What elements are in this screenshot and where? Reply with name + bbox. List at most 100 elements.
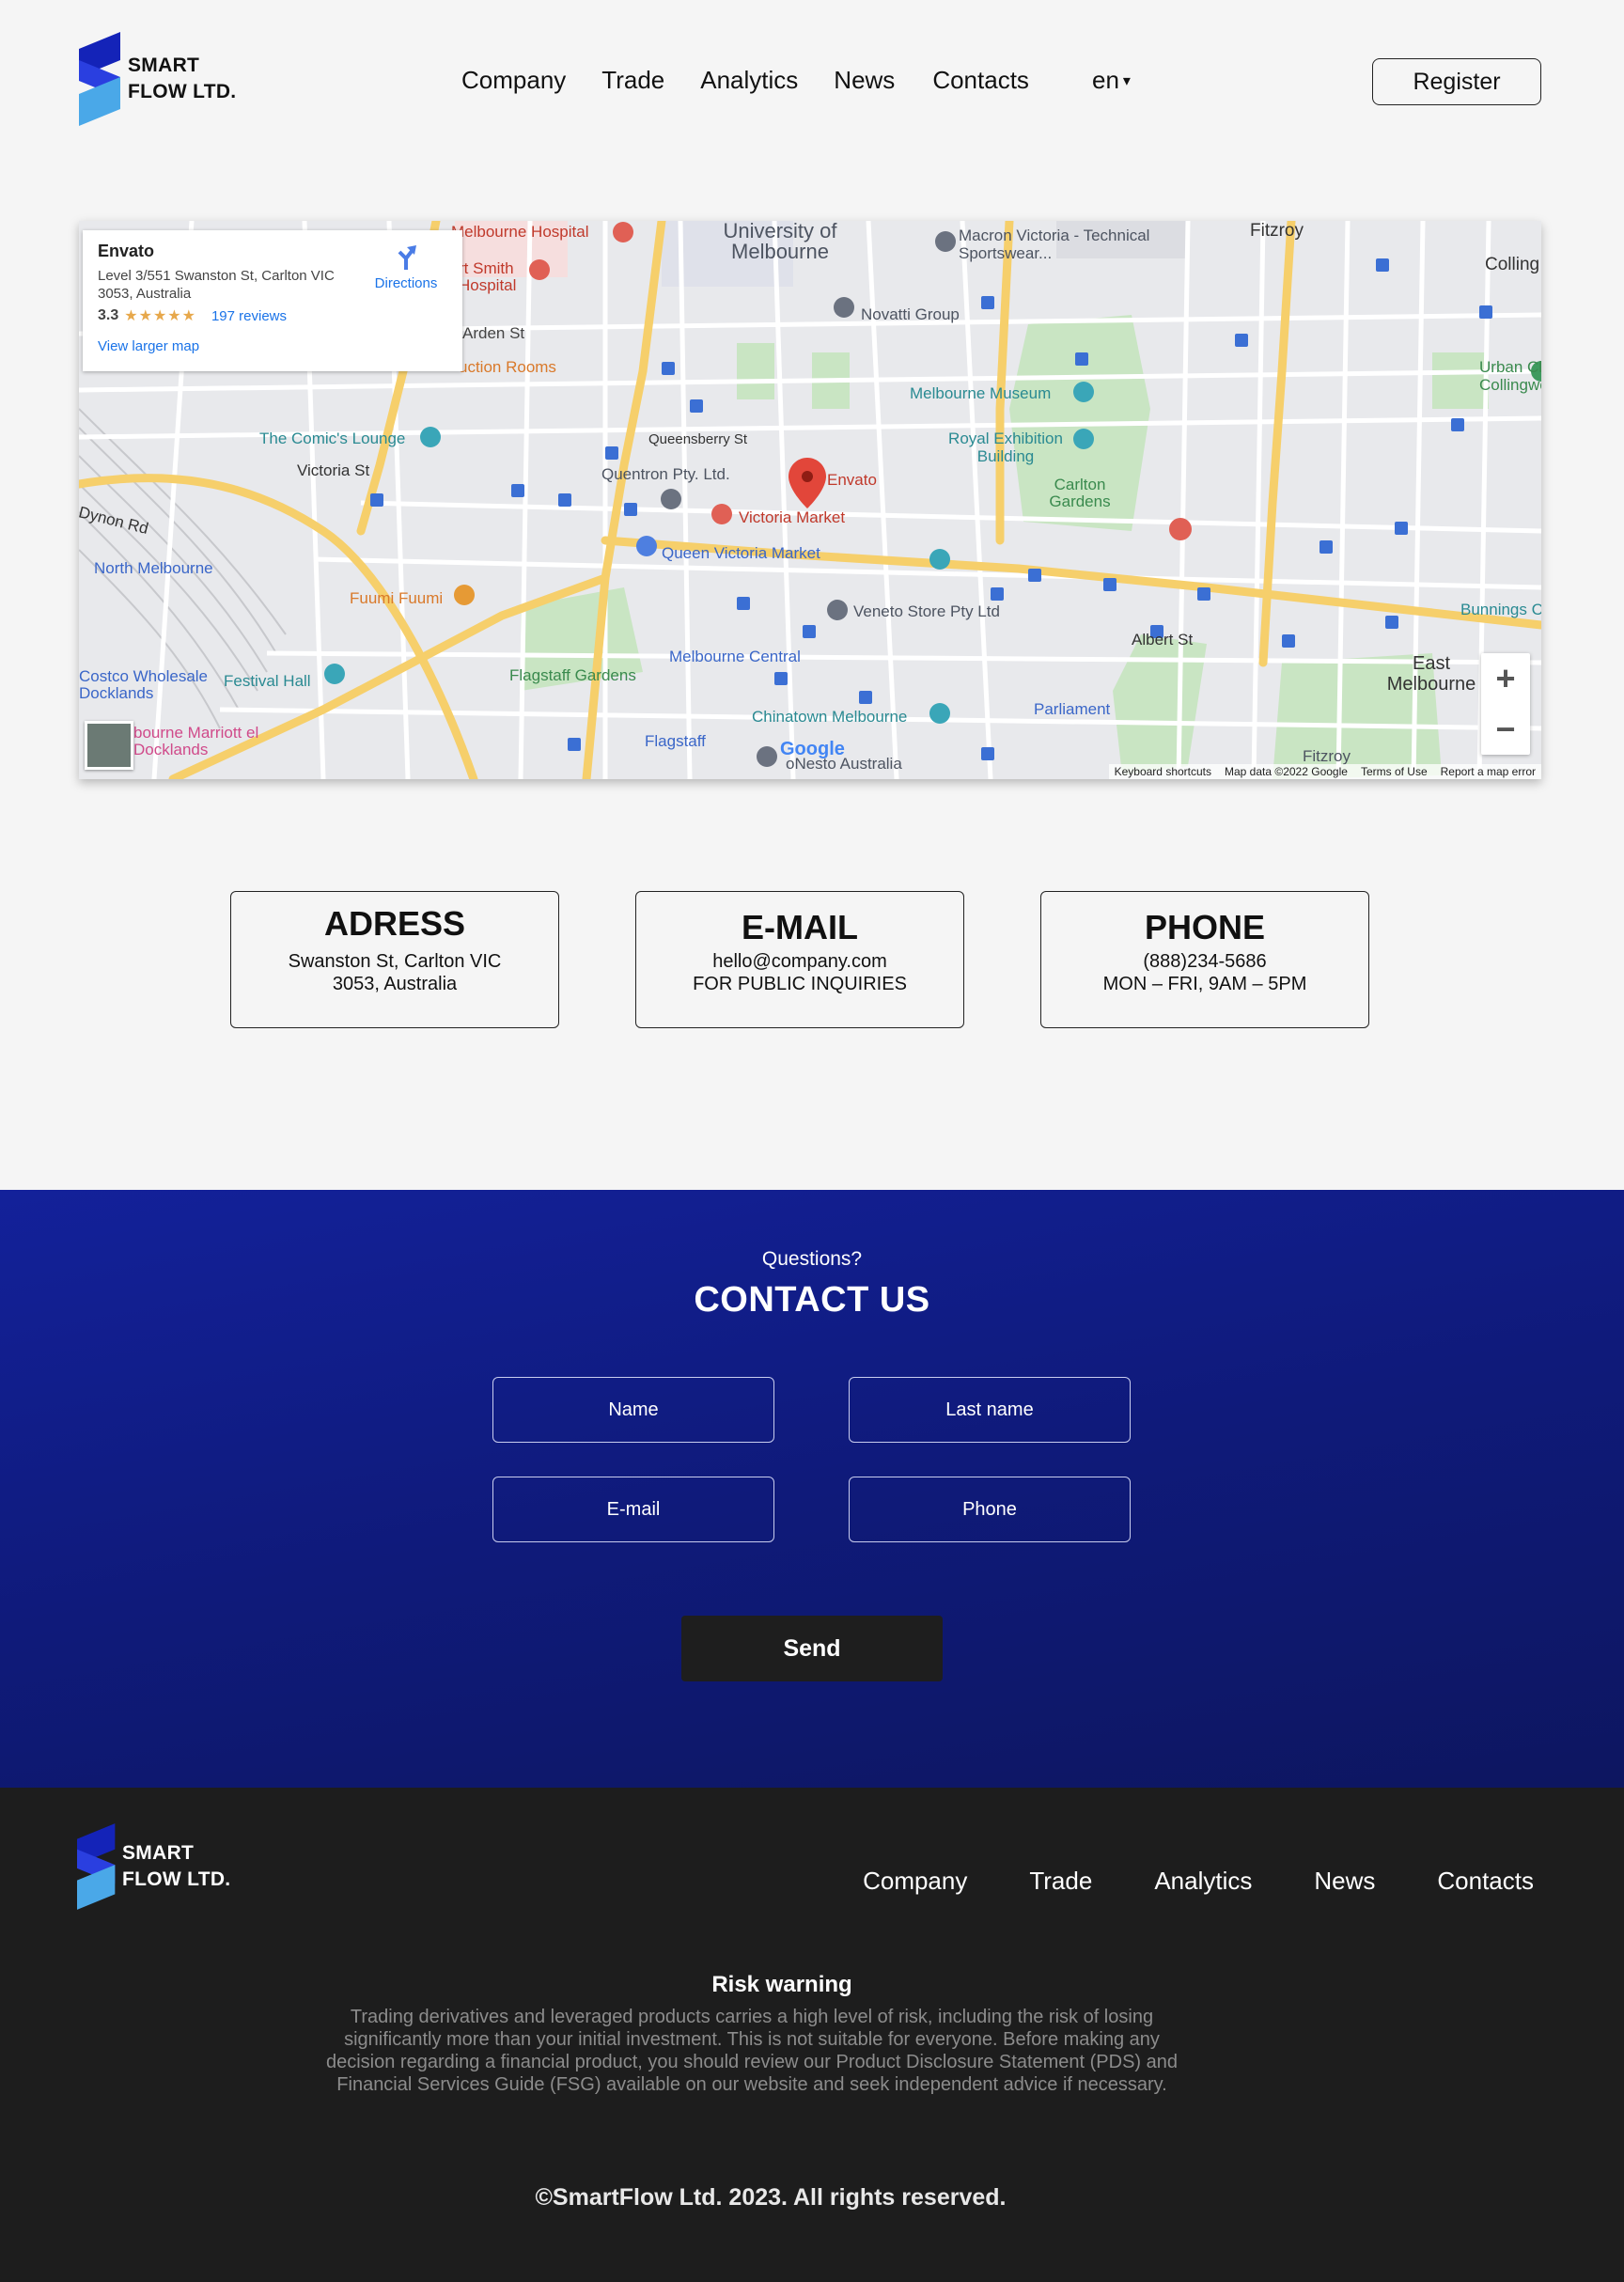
main-nav: Company Trade Analytics News Contacts	[461, 66, 1029, 95]
map-label-parliament: Parliament	[1034, 700, 1111, 718]
place-rating: 3.3 ★★★★★ 197 reviews	[98, 306, 447, 325]
map-label-university: University of Melbourne	[723, 221, 837, 263]
map-label-auction-rooms: uction Rooms	[459, 358, 556, 376]
footer-brand-line2: FLOW LTD.	[122, 1868, 231, 1890]
footer-nav-analytics[interactable]: Analytics	[1154, 1867, 1252, 1896]
footer-brand-logo[interactable]: SMART FLOW LTD.	[77, 1821, 230, 1912]
location-map[interactable]: University of Melbourne Melbourne Hospit…	[79, 221, 1541, 779]
footer-nav-contacts[interactable]: Contacts	[1437, 1867, 1534, 1896]
map-label-art-smith: rt Smith Hospital	[459, 259, 517, 294]
zoom-in-button[interactable]: +	[1481, 653, 1530, 704]
map-label-queen-victoria-market: Queen Victoria Market	[662, 544, 820, 562]
footer-nav-company[interactable]: Company	[863, 1867, 967, 1896]
brand-name-line2: FLOW LTD.	[128, 81, 237, 102]
footer-brand-line1: SMART	[122, 1842, 195, 1864]
terms-of-use-link[interactable]: Terms of Use	[1361, 765, 1428, 778]
map-label-macron: Macron Victoria - Technical Sportswear..…	[959, 227, 1150, 262]
email-line1[interactable]: hello@company.com	[636, 950, 963, 973]
rating-value: 3.3	[98, 307, 119, 323]
map-label-victoria-st: Victoria St	[297, 461, 370, 479]
map-label-collingwood: Colling	[1485, 255, 1540, 274]
star-rating-icon: ★★★★★	[124, 308, 196, 324]
map-label-costco: Costco Wholesale Docklands	[79, 667, 209, 702]
map-label-novatti: Novatti Group	[861, 305, 960, 323]
nav-item-contacts[interactable]: Contacts	[932, 66, 1029, 95]
keyboard-shortcuts-link[interactable]: Keyboard shortcuts	[1115, 765, 1211, 778]
directions-icon	[398, 245, 416, 270]
site-footer: SMART FLOW LTD. Company Trade Analytics …	[0, 1788, 1624, 2282]
google-logo: Google	[780, 739, 845, 760]
phone-card-title: PHONE	[1144, 908, 1266, 946]
copyright-text: ©SmartFlow Ltd. 2023. All rights reserve…	[535, 2184, 1007, 2211]
map-label-museum: Melbourne Museum	[910, 384, 1052, 402]
map-data-text: Map data ©2022 Google	[1225, 765, 1348, 778]
nav-item-company[interactable]: Company	[461, 66, 566, 95]
send-button[interactable]: Send	[681, 1616, 943, 1681]
map-label-envato: Envato	[827, 471, 877, 489]
map-label-victoria-market: Victoria Market	[739, 508, 846, 526]
nav-item-trade[interactable]: Trade	[601, 66, 664, 95]
map-label-melbourne-hospital: Melbourne Hospital	[451, 223, 589, 241]
address-card: ADRESS Swanston St, Carlton VIC 3053, Au…	[230, 891, 559, 1028]
brand-logo-icon	[77, 1823, 116, 1910]
map-label-fitzroy-bottom: Fitzroy	[1303, 747, 1351, 765]
register-button[interactable]: Register	[1372, 58, 1541, 105]
map-label-queensberry-st: Queensberry St	[648, 431, 748, 447]
directions-button[interactable]: Directions	[368, 243, 444, 291]
map-label-bunnings: Bunnings Colli	[1460, 601, 1541, 618]
contact-eyebrow: Questions?	[761, 1248, 863, 1270]
map-label-flagstaff: Flagstaff	[645, 732, 706, 750]
map-label-comics-lounge: The Comic's Lounge	[259, 430, 406, 447]
footer-nav-trade[interactable]: Trade	[1029, 1867, 1092, 1896]
brand-name: SMART FLOW LTD.	[128, 53, 236, 105]
reviews-link[interactable]: 197 reviews	[211, 308, 287, 324]
email-line2: FOR PUBLIC INQUIRIES	[693, 974, 907, 994]
map-label-arden-st: Arden St	[462, 324, 525, 342]
address-card-title: ADRESS	[323, 904, 466, 943]
phone-card: PHONE (888)234-5686 MON – FRI, 9AM – 5PM	[1040, 891, 1369, 1028]
map-label-festival-hall: Festival Hall	[224, 672, 311, 690]
map-label-chinatown: Chinatown Melbourne	[752, 708, 908, 726]
address-line1: Swanston St, Carlton VIC	[288, 951, 502, 972]
name-input[interactable]	[492, 1377, 774, 1443]
map-attribution-bar: Keyboard shortcuts Map data ©2022 Google…	[1108, 764, 1541, 779]
google-logo-text: Google	[780, 739, 845, 759]
map-label-urban-climb: Urban Climb Collingwood	[1479, 358, 1541, 394]
phone-line1[interactable]: (888)234-5686	[1041, 950, 1368, 973]
map-label-exhibition: Royal Exhibition Building	[948, 430, 1063, 465]
report-map-error-link[interactable]: Report a map error	[1441, 765, 1536, 778]
place-address: Level 3/551 Swanston St, Carlton VIC 305…	[98, 268, 335, 302]
address-line2: 3053, Australia	[332, 974, 458, 994]
footer-nav-news[interactable]: News	[1314, 1867, 1375, 1896]
chevron-down-icon: ▾	[1122, 72, 1131, 89]
map-label-veneto: Veneto Store Pty Ltd	[853, 602, 1000, 620]
nav-item-news[interactable]: News	[834, 66, 895, 95]
map-label-marriott: bourne Marriott el Docklands	[133, 724, 259, 758]
brand-name-line1: SMART	[128, 55, 200, 76]
last-name-input[interactable]	[849, 1377, 1131, 1443]
map-label-flagstaff-gardens: Flagstaff Gardens	[509, 666, 636, 684]
nav-item-analytics[interactable]: Analytics	[700, 66, 798, 95]
map-label-albert-st: Albert St	[1132, 631, 1194, 649]
map-satellite-toggle[interactable]	[85, 721, 133, 770]
contact-title: CONTACT US	[694, 1280, 930, 1320]
map-place-card: Envato Level 3/551 Swanston St, Carlton …	[83, 230, 462, 371]
map-label-quentron: Quentron Pty. Ltd.	[601, 465, 730, 483]
email-card: E-MAIL hello@company.com FOR PUBLIC INQU…	[635, 891, 964, 1028]
view-larger-map-link[interactable]: View larger map	[98, 338, 447, 354]
map-label-north-melbourne: North Melbourne	[94, 559, 213, 577]
risk-warning-text: Trading derivatives and leveraged produc…	[325, 2007, 1179, 2095]
language-value: en	[1092, 66, 1119, 94]
zoom-out-button[interactable]: −	[1481, 704, 1530, 755]
map-zoom-controls: + −	[1481, 653, 1530, 755]
email-card-title: E-MAIL	[742, 908, 858, 946]
language-selector[interactable]: en ▾	[1092, 66, 1131, 95]
map-label-fitzroy: Fitzroy	[1250, 221, 1304, 241]
phone-input[interactable]	[849, 1477, 1131, 1542]
email-input[interactable]	[492, 1477, 774, 1542]
contact-section: Questions? CONTACT US Send	[0, 1190, 1624, 1788]
risk-warning-title: Risk warning	[711, 1972, 852, 1997]
map-label-fuumi: Fuumi Fuumi	[350, 589, 444, 607]
brand-logo[interactable]: SMART FLOW LTD.	[79, 32, 236, 126]
phone-line2: MON – FRI, 9AM – 5PM	[1102, 974, 1307, 994]
